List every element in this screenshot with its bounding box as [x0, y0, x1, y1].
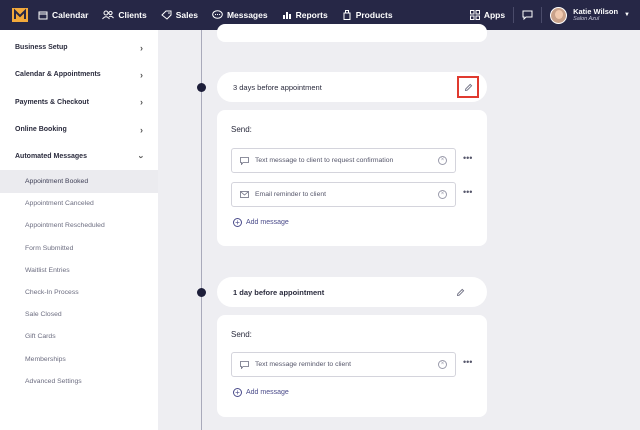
- pencil-icon: [456, 288, 464, 296]
- edit-step-button[interactable]: [457, 76, 479, 98]
- step-title: 3 days before appointment: [233, 82, 322, 92]
- sidebar-section-label: Payments & Checkout: [15, 98, 89, 106]
- sidebar-item-memberships[interactable]: Memberships: [0, 348, 158, 370]
- nav-right-group: Apps Katie Wilson Salon Azul ▼: [469, 0, 640, 30]
- settings-sidebar: Business Setup › Calendar & Appointments…: [0, 30, 158, 430]
- sidebar-section-label: Online Booking: [15, 126, 67, 134]
- clients-icon: [102, 10, 115, 20]
- automated-messages-timeline: 3 days before appointment Send: Text mes…: [158, 24, 640, 430]
- more-options-button[interactable]: •••: [463, 357, 472, 367]
- timeline-dot: [197, 288, 206, 297]
- products-icon: [342, 10, 352, 20]
- user-name: Katie Wilson: [573, 6, 619, 16]
- sales-tag-icon: [160, 10, 172, 20]
- step-title: 1 day before appointment: [233, 287, 325, 297]
- nav-products[interactable]: Products: [342, 10, 393, 20]
- chevron-right-icon: ›: [140, 69, 143, 80]
- message-row[interactable]: Text message to client to request confir…: [231, 148, 456, 173]
- reports-icon: [282, 10, 292, 20]
- sidebar-section-label: Business Setup: [15, 44, 68, 52]
- chevron-down-icon: ▼: [624, 12, 630, 18]
- step-header-card: 3 days before appointment: [217, 72, 487, 102]
- timeline-dot: [197, 83, 206, 92]
- nav-divider: [513, 7, 515, 23]
- nav-apps[interactable]: Apps: [469, 10, 506, 20]
- plus-circle-icon: +: [233, 218, 242, 227]
- add-message-label: Add message: [246, 389, 289, 396]
- chat-icon[interactable]: [522, 10, 533, 20]
- sidebar-item-check-in-process[interactable]: Check-In Process: [0, 281, 158, 303]
- nav-divider-2: [541, 7, 543, 23]
- sidebar-section-automated-messages[interactable]: Automated Messages ›: [0, 143, 158, 170]
- more-options-button[interactable]: •••: [463, 187, 472, 197]
- sidebar-item-waitlist-entries[interactable]: Waitlist Entries: [0, 259, 158, 281]
- remove-message-icon[interactable]: ×: [438, 190, 447, 199]
- more-options-button[interactable]: •••: [463, 153, 472, 163]
- nav-calendar[interactable]: Calendar: [38, 10, 88, 20]
- step-header-card: 1 day before appointment: [217, 277, 487, 307]
- sidebar-section-label: Automated Messages: [15, 153, 87, 161]
- message-row[interactable]: Email reminder to client ×: [231, 182, 456, 207]
- sidebar-section-calendar-appointments[interactable]: Calendar & Appointments ›: [0, 61, 158, 88]
- chevron-down-icon: ›: [136, 155, 147, 159]
- add-message-label: Add message: [246, 219, 289, 226]
- nav-products-label: Products: [355, 10, 393, 20]
- message-label: Text message reminder to client: [255, 361, 351, 368]
- nav-clients[interactable]: Clients: [102, 10, 147, 20]
- send-label: Send:: [231, 125, 252, 134]
- sidebar-item-form-submitted[interactable]: Form Submitted: [0, 237, 158, 259]
- apps-grid-icon: [469, 10, 480, 20]
- message-row[interactable]: Text message reminder to client ×: [231, 352, 456, 377]
- nav-reports-label: Reports: [295, 10, 328, 20]
- sidebar-section-payments-checkout[interactable]: Payments & Checkout ›: [0, 89, 158, 116]
- messages-icon: [212, 10, 223, 20]
- sidebar-item-gift-cards[interactable]: Gift Cards: [0, 326, 158, 348]
- message-label: Text message to client to request confir…: [255, 157, 394, 164]
- nav-sales-label: Sales: [175, 10, 198, 20]
- previous-step-card: [217, 24, 487, 42]
- edit-step-button[interactable]: [449, 281, 471, 303]
- nav-messages[interactable]: Messages: [212, 10, 268, 20]
- sidebar-item-advanced-settings[interactable]: Advanced Settings: [0, 370, 158, 392]
- calendar-icon: [38, 10, 48, 20]
- nav-apps-label: Apps: [483, 10, 506, 20]
- send-label: Send:: [231, 330, 252, 339]
- user-salon: Salon Azul: [573, 15, 600, 22]
- avatar: [550, 6, 568, 24]
- nav-calendar-label: Calendar: [52, 10, 89, 20]
- sms-icon: [240, 360, 249, 369]
- sidebar-section-online-booking[interactable]: Online Booking ›: [0, 116, 158, 143]
- sms-icon: [240, 156, 249, 165]
- nav-sales[interactable]: Sales: [160, 10, 198, 20]
- message-label: Email reminder to client: [255, 191, 327, 198]
- sidebar-item-appointment-rescheduled[interactable]: Appointment Rescheduled: [0, 215, 158, 237]
- user-menu[interactable]: Katie Wilson Salon Azul ▼: [550, 6, 630, 24]
- sidebar-item-sale-closed[interactable]: Sale Closed: [0, 304, 158, 326]
- chevron-right-icon: ›: [140, 42, 143, 53]
- plus-circle-icon: +: [233, 388, 242, 397]
- sidebar-section-label: Calendar & Appointments: [15, 71, 101, 79]
- step-messages-card: Send: Text message to client to request …: [217, 110, 487, 246]
- nav-clients-label: Clients: [118, 10, 147, 20]
- add-message-button[interactable]: + Add message: [233, 388, 289, 397]
- logo-icon[interactable]: [12, 8, 28, 22]
- email-icon: [240, 191, 249, 198]
- nav-reports[interactable]: Reports: [282, 10, 328, 20]
- user-info: Katie Wilson Salon Azul: [573, 6, 619, 23]
- pencil-icon: [464, 83, 472, 91]
- sidebar-item-appointment-canceled[interactable]: Appointment Canceled: [0, 193, 158, 215]
- nav-messages-label: Messages: [226, 10, 268, 20]
- remove-message-icon[interactable]: ×: [438, 360, 447, 369]
- chevron-right-icon: ›: [140, 97, 143, 108]
- sidebar-section-business-setup[interactable]: Business Setup ›: [0, 34, 158, 61]
- chevron-right-icon: ›: [140, 124, 143, 135]
- add-message-button[interactable]: + Add message: [233, 218, 289, 227]
- step-messages-card: Send: Text message reminder to client × …: [217, 315, 487, 417]
- remove-message-icon[interactable]: ×: [438, 156, 447, 165]
- sidebar-item-appointment-booked[interactable]: Appointment Booked: [0, 170, 158, 193]
